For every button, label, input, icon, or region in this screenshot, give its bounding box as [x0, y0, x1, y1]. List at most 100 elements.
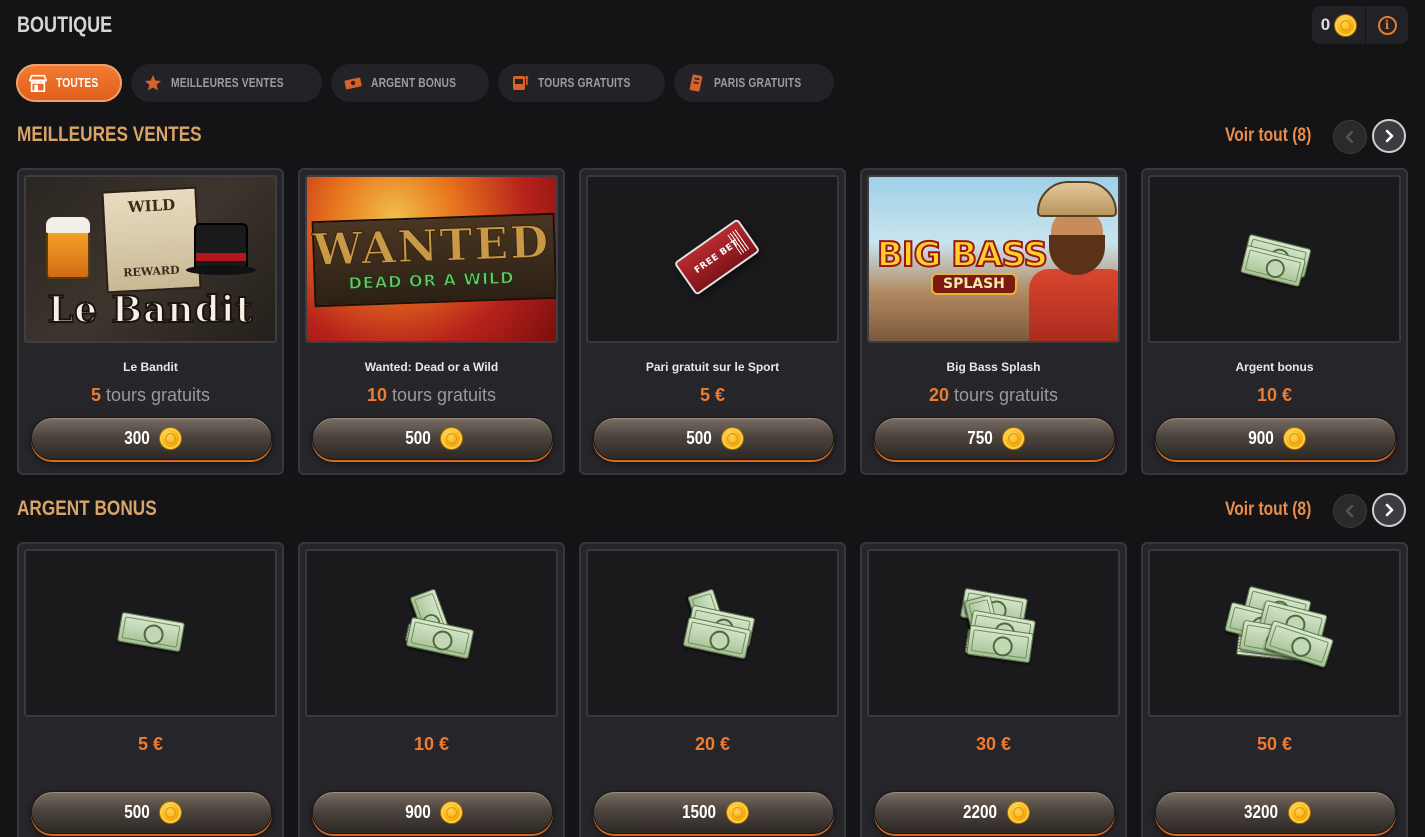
store-icon: [28, 73, 48, 93]
product-image: FREE BET: [586, 175, 839, 343]
product-name: Argent bonus: [1235, 360, 1314, 374]
category-tabs: TOUTES MEILLEURES VENTES ARGENT BONUS TO…: [16, 64, 835, 102]
beer-mug-icon: [46, 217, 90, 279]
product-card[interactable]: WILD REWARD Le Bandit Le Bandit 5 tours …: [17, 168, 284, 475]
chevron-right-icon: [1385, 503, 1394, 517]
product-name: Le Bandit: [123, 360, 178, 374]
game-logo: Le Bandit: [47, 288, 254, 332]
coin-icon: [1283, 428, 1305, 449]
buy-button[interactable]: 300: [31, 417, 272, 460]
product-card[interactable]: 20 € 1500: [579, 542, 846, 837]
buy-button[interactable]: 3200: [1155, 791, 1396, 834]
coin-icon: [440, 428, 462, 449]
product-reward: 30 €: [975, 734, 1012, 754]
product-reward: 50 €: [1256, 734, 1293, 754]
coin-icon: [726, 802, 748, 823]
product-card[interactable]: 30 € 2200: [860, 542, 1127, 837]
product-card[interactable]: WANTED DEAD OR A WILD Wanted: Dead or a …: [298, 168, 565, 475]
product-reward: 20 tours gratuits: [928, 385, 1059, 405]
product-card[interactable]: 5 € 500: [17, 542, 284, 837]
chevron-left-icon: [1345, 504, 1354, 518]
coin-icon: [159, 802, 181, 823]
buy-button[interactable]: 500: [593, 417, 834, 460]
info-button[interactable]: i: [1366, 6, 1408, 44]
product-reward: 20 €: [694, 734, 731, 754]
buy-button[interactable]: 900: [312, 791, 553, 834]
game-logo-sub: SPLASH: [931, 273, 1017, 295]
price: 2200: [963, 802, 998, 822]
tab-label: PARIS GRATUITS: [713, 76, 802, 90]
product-reward: 10 €: [413, 734, 450, 754]
product-image: WANTED DEAD OR A WILD: [305, 175, 558, 343]
tab-toutes[interactable]: TOUTES: [16, 64, 122, 102]
coin-icon: [159, 428, 181, 449]
info-icon: i: [1377, 15, 1397, 35]
product-row-bonus: 5 € 500 10 € 900 20 € 1500 30 € 2200 50 …: [17, 542, 1408, 837]
star-icon: [143, 73, 163, 93]
product-image: [1148, 175, 1401, 343]
product-row-best: WILD REWARD Le Bandit Le Bandit 5 tours …: [17, 168, 1408, 475]
tab-label: MEILLEURES VENTES: [170, 76, 284, 90]
coin-icon: [1007, 802, 1029, 823]
carousel-next-button[interactable]: [1372, 493, 1406, 527]
product-card[interactable]: 10 € 900: [298, 542, 565, 837]
product-image: WILD REWARD Le Bandit: [24, 175, 277, 343]
buy-button[interactable]: 900: [1155, 417, 1396, 460]
price: 500: [124, 802, 151, 822]
coin-icon: [440, 802, 462, 823]
free-bet-ticket-icon: FREE BET: [673, 218, 761, 296]
price: 3200: [1244, 802, 1279, 822]
game-logo: BIG BASS: [876, 234, 1049, 276]
product-card[interactable]: Argent bonus 10 € 900: [1141, 168, 1408, 475]
product-reward: 5 tours gratuits: [90, 385, 211, 405]
product-reward: 10 tours gratuits: [366, 385, 497, 405]
buy-button[interactable]: 750: [874, 417, 1115, 460]
tab-label: TOURS GRATUITS: [537, 76, 631, 90]
ticket-icon: [686, 73, 706, 93]
section-title-best: MEILLEURES VENTES: [17, 123, 202, 146]
tab-meilleures-ventes[interactable]: MEILLEURES VENTES: [130, 64, 323, 102]
carousel-next-button[interactable]: [1372, 119, 1406, 153]
chevron-right-icon: [1385, 129, 1394, 143]
section-title-bonus: ARGENT BONUS: [17, 497, 157, 520]
product-image: BIG BASS SPLASH: [867, 175, 1120, 343]
product-image: [305, 549, 558, 717]
page-title: BOUTIQUE: [17, 12, 113, 37]
price: 900: [405, 802, 432, 822]
price: 1500: [682, 802, 717, 822]
coin-icon: [721, 428, 743, 449]
product-image: [24, 549, 277, 717]
price: 500: [686, 428, 713, 448]
see-all-link-bonus[interactable]: Voir tout (8): [1225, 499, 1311, 521]
tab-tours-gratuits[interactable]: TOURS GRATUITS: [497, 64, 665, 102]
product-card[interactable]: 50 € 3200: [1141, 542, 1408, 837]
buy-button[interactable]: 500: [312, 417, 553, 460]
product-name: Pari gratuit sur le Sport: [645, 360, 780, 374]
tab-argent-bonus[interactable]: ARGENT BONUS: [331, 64, 489, 102]
carousel-prev-button[interactable]: [1333, 494, 1367, 528]
coin-balance: 0: [1312, 6, 1366, 44]
product-reward: 10 €: [1256, 385, 1293, 405]
tab-label: ARGENT BONUS: [371, 76, 457, 90]
tab-paris-gratuits[interactable]: PARIS GRATUITS: [673, 64, 835, 102]
product-image: [867, 549, 1120, 717]
top-hat-icon: [186, 223, 256, 275]
buy-button[interactable]: 2200: [874, 791, 1115, 834]
product-card[interactable]: BIG BASS SPLASH Big Bass Splash 20 tours…: [860, 168, 1127, 475]
price: 750: [967, 428, 994, 448]
see-all-link-best[interactable]: Voir tout (8): [1225, 125, 1311, 147]
carousel-prev-button[interactable]: [1333, 120, 1367, 154]
slot-machine-icon: [510, 73, 530, 93]
balance-value: 0: [1320, 15, 1331, 34]
cash-icon: [343, 73, 363, 93]
coin-icon: [1288, 802, 1310, 823]
wallet[interactable]: 0 i: [1312, 6, 1408, 44]
buy-button[interactable]: 500: [31, 791, 272, 834]
product-name: Wanted: Dead or a Wild: [364, 360, 499, 374]
price: 300: [124, 428, 151, 448]
buy-button[interactable]: 1500: [593, 791, 834, 834]
chevron-left-icon: [1345, 130, 1354, 144]
price: 500: [405, 428, 432, 448]
coin-icon: [1335, 14, 1357, 36]
product-card[interactable]: FREE BET Pari gratuit sur le Sport 5 € 5…: [579, 168, 846, 475]
